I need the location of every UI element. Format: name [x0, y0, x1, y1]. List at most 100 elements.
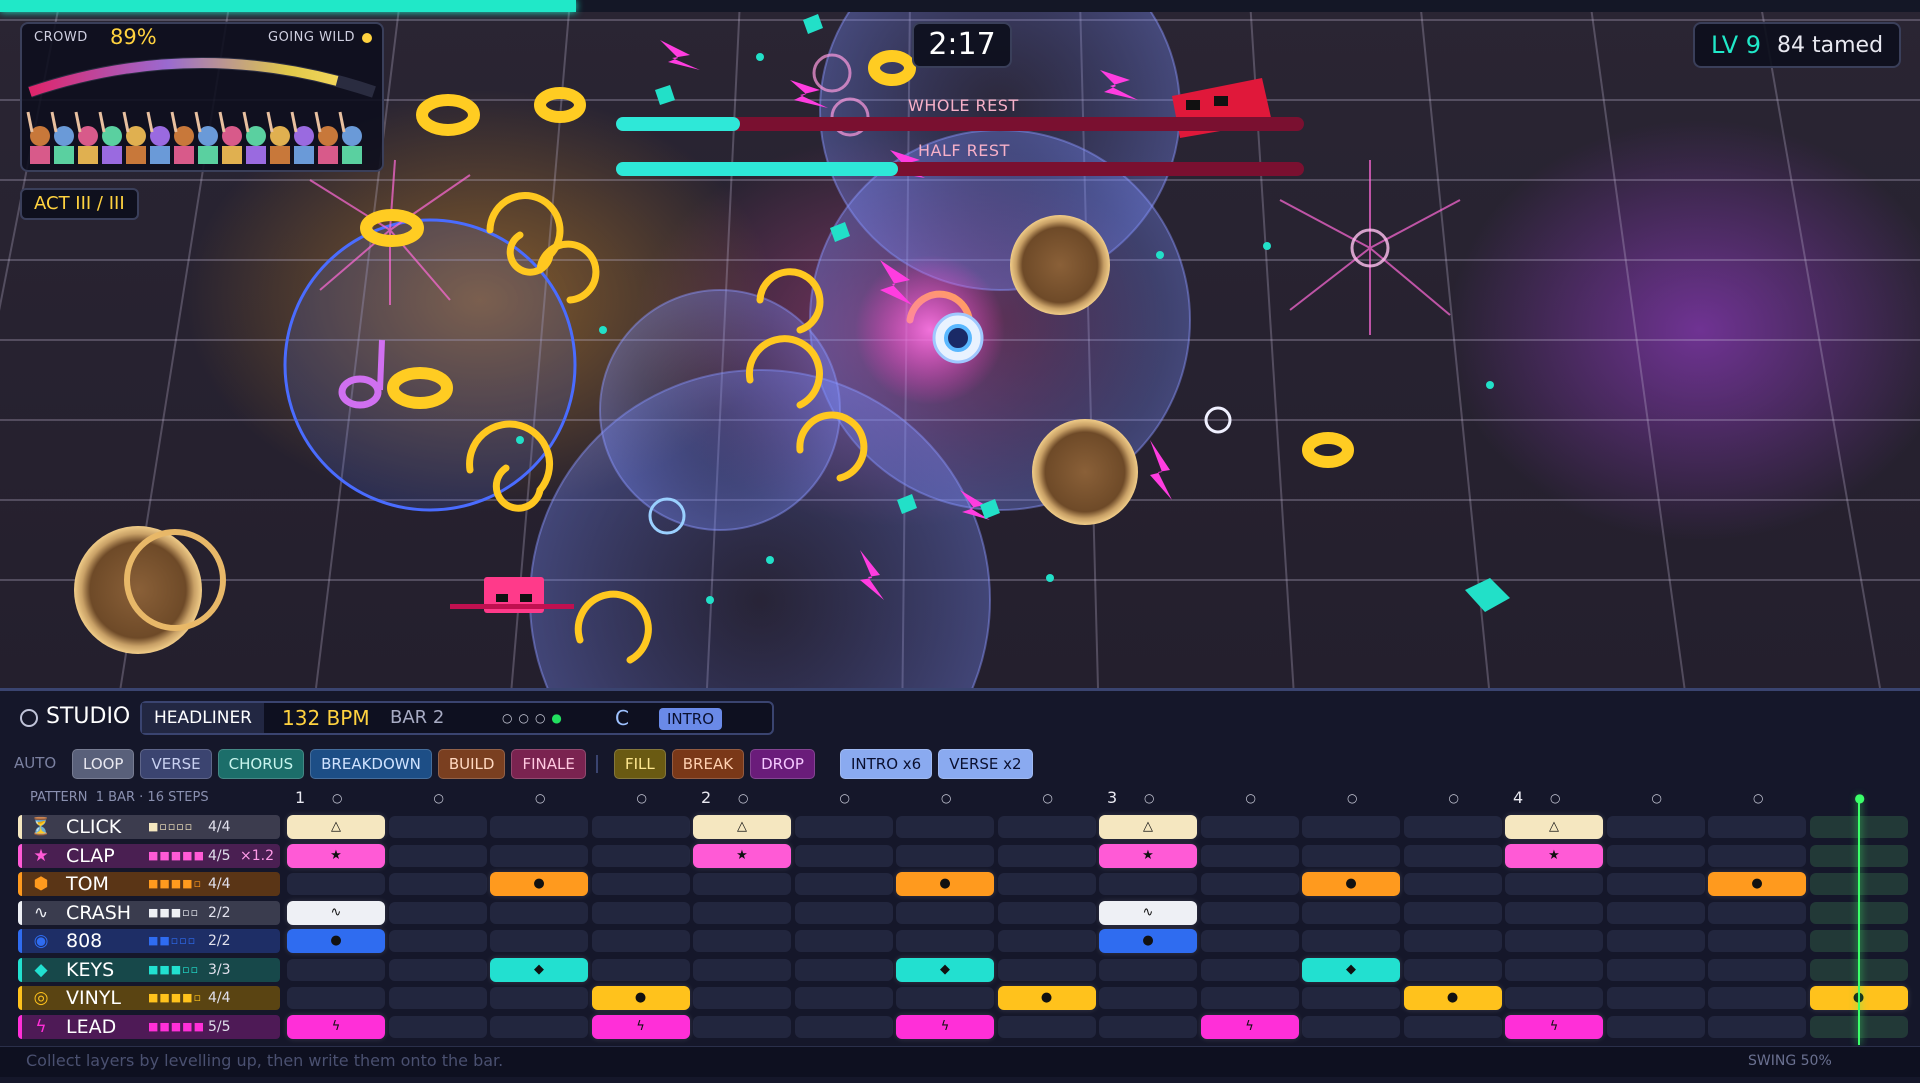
note-keys-step-3[interactable]: ◆: [490, 957, 588, 982]
empty-step[interactable]: [388, 901, 487, 924]
note-click-step-5[interactable]: △: [693, 815, 791, 839]
note-808-step-1[interactable]: ●: [287, 929, 385, 953]
empty-step[interactable]: [1200, 930, 1299, 952]
empty-step[interactable]: [1099, 958, 1197, 981]
note-lead-step-7[interactable]: ϟ: [896, 1014, 994, 1039]
arrangement-button-breakdown[interactable]: BREAKDOWN: [310, 749, 432, 779]
empty-step[interactable]: [287, 958, 385, 981]
empty-step[interactable]: [1505, 987, 1603, 1009]
empty-step[interactable]: [1200, 873, 1299, 895]
empty-step[interactable]: [1099, 1015, 1197, 1038]
empty-step[interactable]: [490, 987, 588, 1009]
note-crash-step-1[interactable]: ∿: [287, 900, 385, 925]
note-vinyl-step-4[interactable]: ●: [591, 986, 690, 1010]
note-lead-step-4[interactable]: ϟ: [591, 1014, 690, 1039]
empty-step[interactable]: [794, 987, 893, 1009]
empty-step[interactable]: [896, 816, 994, 838]
empty-step[interactable]: [1708, 1015, 1806, 1038]
note-click-step-9[interactable]: △: [1099, 815, 1197, 839]
empty-step[interactable]: [1200, 987, 1299, 1009]
empty-step[interactable]: [997, 816, 1096, 838]
note-keys-step-7[interactable]: ◆: [896, 957, 994, 982]
empty-step[interactable]: [1708, 816, 1806, 838]
track-label-clap[interactable]: ★ CLAP ■■■■■ 4/5 ×1.2: [18, 843, 280, 868]
track-label-tom[interactable]: ⬢ TOM ■■■■▫ 4/4: [18, 872, 280, 896]
empty-step[interactable]: [388, 816, 487, 838]
note-808-step-9[interactable]: ●: [1099, 929, 1197, 953]
swing-value[interactable]: SWING 50%: [1748, 1047, 1832, 1075]
empty-step[interactable]: [1403, 930, 1502, 952]
section-badge[interactable]: INTRO: [659, 708, 723, 730]
empty-step[interactable]: [1606, 816, 1705, 838]
empty-step[interactable]: [1606, 901, 1705, 924]
empty-step[interactable]: [1505, 930, 1603, 952]
fx-button-break[interactable]: BREAK: [671, 749, 745, 779]
track-label-click[interactable]: ⏳ CLICK ■▫▫▫▫ 4/4: [18, 815, 280, 839]
empty-step[interactable]: [1505, 873, 1603, 895]
empty-step[interactable]: [388, 1015, 487, 1038]
empty-step[interactable]: [388, 844, 487, 867]
arrangement-button-verse[interactable]: VERSE: [140, 749, 212, 779]
empty-step[interactable]: [896, 987, 994, 1009]
empty-step[interactable]: [1708, 930, 1806, 952]
empty-step[interactable]: [794, 930, 893, 952]
empty-step[interactable]: [693, 873, 791, 895]
empty-step[interactable]: [1606, 958, 1705, 981]
empty-step[interactable]: [1606, 844, 1705, 867]
empty-step[interactable]: [388, 987, 487, 1009]
empty-step[interactable]: [896, 844, 994, 867]
empty-step[interactable]: [997, 901, 1096, 924]
note-lead-step-1[interactable]: ϟ: [287, 1014, 385, 1039]
empty-step[interactable]: [1403, 816, 1502, 838]
empty-step[interactable]: [1708, 958, 1806, 981]
empty-step[interactable]: [1302, 901, 1400, 924]
empty-step[interactable]: [1505, 958, 1603, 981]
note-clap-step-5[interactable]: ★: [693, 843, 791, 868]
empty-step[interactable]: [1403, 958, 1502, 981]
arrangement-button-build[interactable]: BUILD: [437, 749, 506, 779]
empty-step[interactable]: [490, 901, 588, 924]
empty-step[interactable]: [490, 930, 588, 952]
empty-step[interactable]: [1200, 958, 1299, 981]
empty-step[interactable]: [490, 844, 588, 867]
empty-step[interactable]: [490, 816, 588, 838]
track-label-vinyl[interactable]: ◎ VINYL ■■■■▫ 4/4: [18, 986, 280, 1010]
note-tom-step-7[interactable]: ●: [896, 872, 994, 896]
arrangement-button-finale[interactable]: FINALE: [511, 749, 586, 779]
empty-step[interactable]: [997, 1015, 1096, 1038]
empty-step[interactable]: [794, 958, 893, 981]
note-crash-step-9[interactable]: ∿: [1099, 900, 1197, 925]
track-label-808[interactable]: ◉ 808 ■■▫▫▫ 2/2: [18, 929, 280, 953]
empty-step[interactable]: [896, 901, 994, 924]
empty-step[interactable]: [1200, 844, 1299, 867]
note-tom-step-11[interactable]: ●: [1302, 872, 1400, 896]
track-label-lead[interactable]: ϟ LEAD ■■■■■ 5/5: [18, 1014, 280, 1039]
queue-chip-verse-x2[interactable]: VERSE x2: [938, 749, 1033, 779]
empty-step[interactable]: [1200, 901, 1299, 924]
empty-step[interactable]: [388, 958, 487, 981]
note-vinyl-step-12[interactable]: ●: [1403, 986, 1502, 1010]
empty-step[interactable]: [794, 844, 893, 867]
arrangement-button-loop[interactable]: LOOP: [72, 749, 135, 779]
empty-step[interactable]: [1606, 930, 1705, 952]
empty-step[interactable]: [1505, 901, 1603, 924]
empty-step[interactable]: [794, 816, 893, 838]
empty-step[interactable]: [1403, 1015, 1502, 1038]
note-clap-step-9[interactable]: ★: [1099, 843, 1197, 868]
note-click-step-1[interactable]: △: [287, 815, 385, 839]
note-click-step-13[interactable]: △: [1505, 815, 1603, 839]
empty-step[interactable]: [1708, 901, 1806, 924]
empty-step[interactable]: [794, 901, 893, 924]
empty-step[interactable]: [1302, 816, 1400, 838]
note-lead-step-13[interactable]: ϟ: [1505, 1014, 1603, 1039]
note-lead-step-10[interactable]: ϟ: [1200, 1014, 1299, 1039]
empty-step[interactable]: [1403, 844, 1502, 867]
empty-step[interactable]: [693, 958, 791, 981]
empty-step[interactable]: [591, 958, 690, 981]
empty-step[interactable]: [997, 873, 1096, 895]
empty-step[interactable]: [1606, 873, 1705, 895]
empty-step[interactable]: [693, 930, 791, 952]
empty-step[interactable]: [1302, 987, 1400, 1009]
empty-step[interactable]: [693, 1015, 791, 1038]
track-label-keys[interactable]: ◆ KEYS ■■■▫▫ 3/3: [18, 957, 280, 982]
